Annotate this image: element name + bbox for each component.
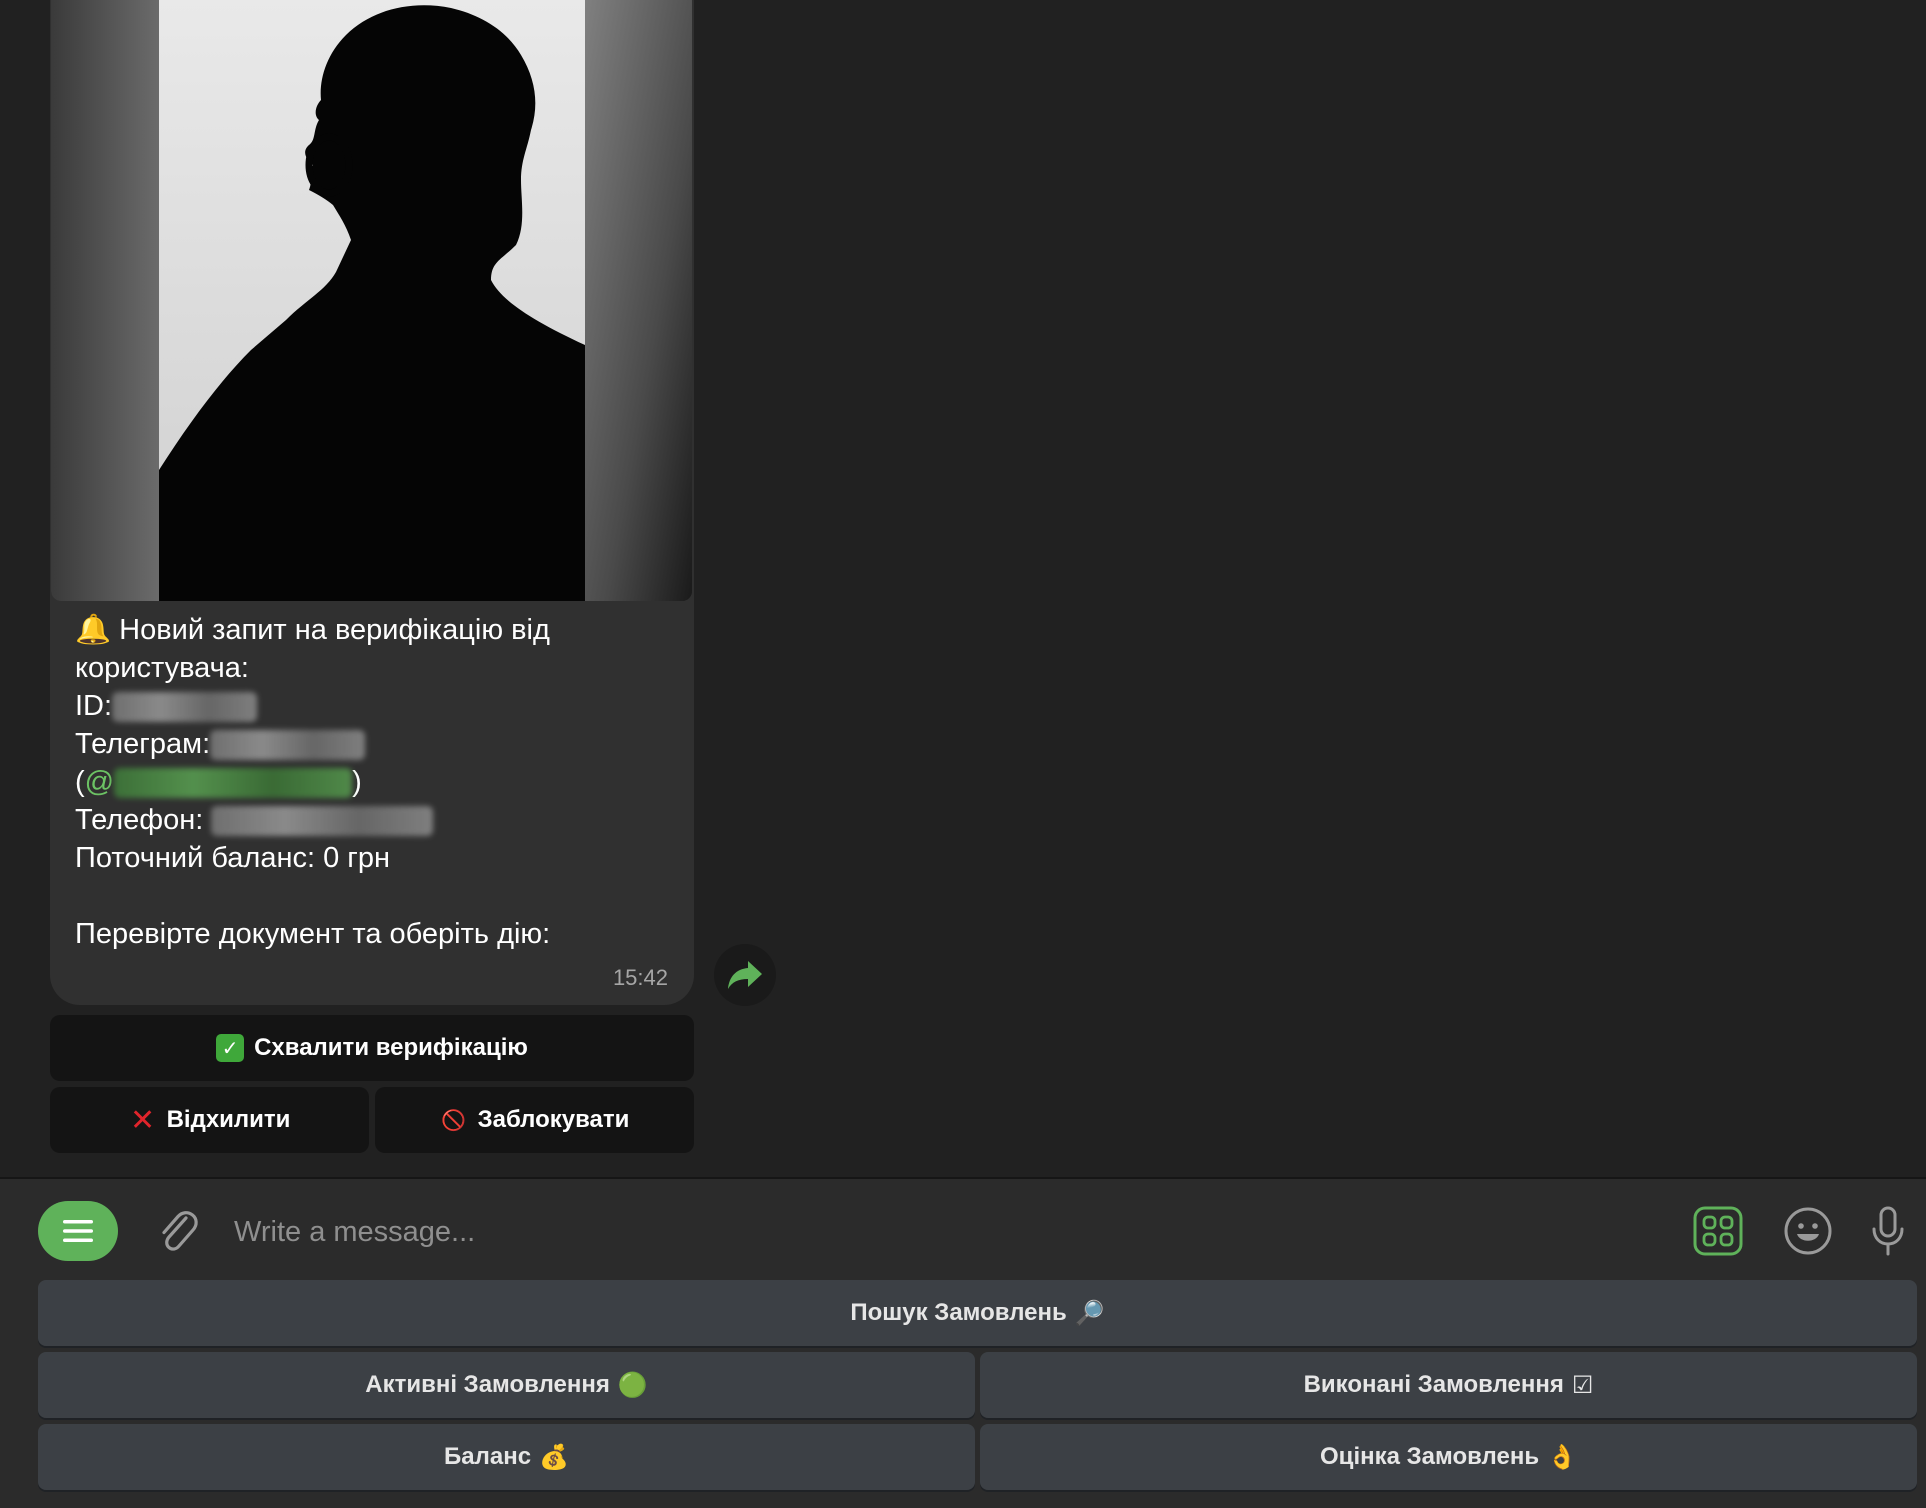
message-line-spacer: [75, 877, 675, 915]
message-composer: Пошук Замовлень 🔎 Активні Замовлення 🟢 В…: [0, 1177, 1926, 1508]
magnifier-icon: 🔎: [1074, 1299, 1105, 1327]
balance-label: Баланс: [444, 1443, 532, 1470]
telegram-label: Телеграм:: [75, 728, 211, 760]
ok-hand-icon: 👌: [1547, 1443, 1577, 1471]
attach-button[interactable]: [152, 1203, 204, 1259]
paren-close: ): [352, 766, 362, 798]
smiley-icon: [1784, 1207, 1832, 1255]
redacted-telegram-name: [210, 730, 366, 761]
green-circle-icon: 🟢: [617, 1371, 648, 1399]
check-mark-icon: ✓: [216, 1034, 245, 1062]
message-line-title: 🔔 Новий запит на верифікацію від: [75, 611, 675, 649]
message-line-telegram: Телеграм:: [75, 725, 675, 763]
id-label: ID:: [75, 690, 113, 722]
voice-record-button[interactable]: [1860, 1203, 1916, 1259]
message-bubble: 🔔 Новий запит на верифікацію від користу…: [50, 0, 694, 1005]
redacted-id: [112, 692, 258, 723]
redacted-username-link[interactable]: [114, 768, 353, 799]
bot-menu-button[interactable]: [38, 1201, 118, 1261]
verification-photo[interactable]: [51, 0, 692, 601]
completed-orders-button[interactable]: Виконані Замовлення ☑: [980, 1352, 1917, 1418]
rate-orders-button[interactable]: Оцінка Замовлень 👌: [980, 1424, 1917, 1490]
message-line-action: Перевірте документ та оберіть дію:: [75, 918, 551, 950]
checkbox-icon: ☑: [1571, 1371, 1594, 1399]
block-button[interactable]: 🚫 Заблокувати: [375, 1087, 694, 1153]
username-at-sign[interactable]: @: [85, 766, 114, 798]
forward-button[interactable]: [714, 944, 776, 1006]
message-line-user: користувача:: [75, 652, 249, 684]
keyboard-grid-icon: [1693, 1206, 1743, 1256]
rate-orders-label: Оцінка Замовлень: [1320, 1443, 1540, 1470]
block-label: Заблокувати: [477, 1106, 630, 1133]
cross-mark-icon: ✕: [130, 1103, 156, 1137]
approve-label: Схвалити верифікацію: [254, 1034, 528, 1061]
message-line-phone: Телефон:: [75, 801, 675, 839]
silhouette-photo-image: [51, 0, 692, 601]
chat-area: 🔔 Новий запит на верифікацію від користу…: [0, 0, 1926, 1177]
hamburger-menu-icon: [63, 1220, 93, 1242]
message-input[interactable]: [232, 1203, 1656, 1261]
message-title-text: Новий запит на верифікацію від: [119, 614, 550, 646]
microphone-icon: [1872, 1206, 1904, 1256]
search-orders-label: Пошук Замовлень: [850, 1299, 1067, 1326]
balance-button[interactable]: Баланс 💰: [38, 1424, 975, 1490]
forward-arrow-icon: [728, 961, 762, 989]
redacted-phone: [211, 806, 434, 837]
message-line-username: (@): [75, 763, 675, 801]
prohibited-icon: 🚫: [441, 1109, 467, 1132]
message-line-balance: Поточний баланс: 0 грн: [75, 842, 391, 874]
bell-icon: 🔔: [75, 614, 112, 646]
bot-keyboard-toggle-button[interactable]: [1690, 1203, 1746, 1259]
active-orders-label: Активні Замовлення: [365, 1371, 610, 1398]
message-line-id: ID:: [75, 687, 675, 725]
active-orders-button[interactable]: Активні Замовлення 🟢: [38, 1352, 975, 1418]
emoji-button[interactable]: [1780, 1203, 1836, 1259]
money-bag-icon: 💰: [539, 1443, 569, 1471]
approve-verification-button[interactable]: ✓ Схвалити верифікацію: [50, 1015, 694, 1081]
paren-open: (: [75, 766, 85, 798]
message-text: 🔔 Новий запит на верифікацію від користу…: [75, 611, 675, 953]
reject-button[interactable]: ✕ Відхилити: [50, 1087, 369, 1153]
reject-label: Відхилити: [166, 1106, 291, 1133]
phone-label: Телефон:: [75, 804, 204, 836]
completed-orders-label: Виконані Замовлення: [1303, 1371, 1564, 1398]
search-orders-button[interactable]: Пошук Замовлень 🔎: [38, 1280, 1917, 1346]
message-timestamp: 15:42: [612, 965, 668, 990]
paperclip-icon: [162, 1211, 198, 1251]
